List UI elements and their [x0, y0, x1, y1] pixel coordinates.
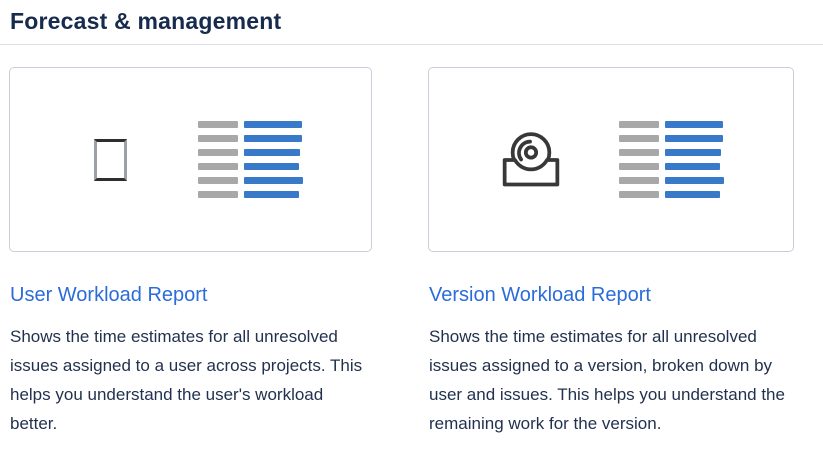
- blue-bar: [665, 121, 723, 128]
- gray-bar: [198, 163, 238, 170]
- report-illustration: [619, 121, 724, 198]
- gray-bar: [619, 191, 659, 198]
- illustration-bar-row: [619, 177, 724, 184]
- gray-bar: [619, 163, 659, 170]
- illustration-bar-row: [619, 135, 724, 142]
- gray-bar: [198, 191, 238, 198]
- illustration-bar-row: [619, 163, 724, 170]
- illustration-bar-row: [198, 121, 303, 128]
- blue-bar: [244, 177, 303, 184]
- blue-bar: [244, 121, 302, 128]
- report-illustration: [198, 121, 303, 198]
- illustration-bar-row: [619, 191, 724, 198]
- illustration-bar-row: [619, 149, 724, 156]
- illustration-bar-row: [198, 163, 303, 170]
- blue-bar: [244, 191, 299, 198]
- blue-bar: [665, 191, 720, 198]
- blue-bar: [665, 177, 724, 184]
- gray-bar: [198, 177, 238, 184]
- version-workload-report-link[interactable]: Version Workload Report: [429, 283, 651, 307]
- version-workload-thumbnail[interactable]: [428, 67, 794, 252]
- blue-bar: [244, 149, 300, 156]
- gray-bar: [619, 121, 659, 128]
- version-workload-description: Shows the time estimates for all unresol…: [429, 322, 794, 438]
- gray-bar: [198, 121, 238, 128]
- user-workload-report-link[interactable]: User Workload Report: [10, 283, 207, 307]
- report-version-workload: Version Workload Report Shows the time e…: [428, 67, 794, 438]
- gray-bar: [198, 135, 238, 142]
- user-workload-description: Shows the time estimates for all unresol…: [10, 322, 372, 438]
- gray-bar: [619, 177, 659, 184]
- section-heading: Forecast & management: [10, 7, 823, 35]
- disc-in-tray-svg: [499, 130, 563, 190]
- report-cards: User Workload Report Shows the time esti…: [9, 67, 823, 438]
- blue-bar: [665, 135, 723, 142]
- report-user-workload: User Workload Report Shows the time esti…: [9, 67, 372, 438]
- illustration-bar-row: [619, 121, 724, 128]
- gray-bar: [619, 149, 659, 156]
- blue-bar: [665, 149, 721, 156]
- blue-bar: [665, 163, 720, 170]
- illustration-bar-row: [198, 149, 303, 156]
- user-workload-thumbnail[interactable]: [9, 67, 372, 252]
- illustration-bar-row: [198, 191, 303, 198]
- reports-page: Forecast & management User Workload Repo…: [0, 0, 823, 438]
- blue-bar: [244, 163, 299, 170]
- illustration-bar-row: [198, 135, 303, 142]
- section-divider: [0, 44, 823, 45]
- blue-bar: [244, 135, 302, 142]
- gray-bar: [198, 149, 238, 156]
- illustration-bar-row: [198, 177, 303, 184]
- disc-in-tray-icon: [499, 130, 563, 190]
- missing-glyph-icon: [78, 139, 142, 181]
- missing-glyph-box: [94, 139, 127, 181]
- gray-bar: [619, 135, 659, 142]
